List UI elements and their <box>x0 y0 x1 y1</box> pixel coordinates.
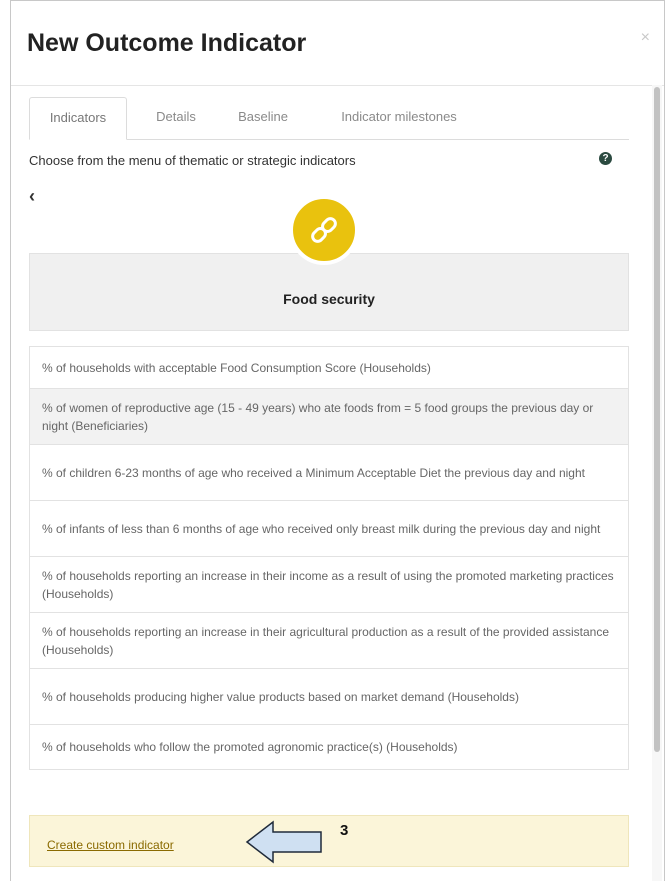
tab-bar: Indicators Details Baseline Indicator mi… <box>29 97 629 140</box>
indicator-option[interactable]: % of women of reproductive age (15 - 49 … <box>30 389 628 445</box>
indicator-option[interactable]: % of infants of less than 6 months of ag… <box>30 501 628 557</box>
indicator-option[interactable]: % of households reporting an increase in… <box>30 557 628 613</box>
modal-title: New Outcome Indicator <box>27 29 307 57</box>
tab-details[interactable]: Details <box>141 97 211 138</box>
instruction-text: Choose from the menu of thematic or stra… <box>29 153 356 168</box>
category-title: Food security <box>283 291 375 307</box>
close-icon[interactable]: × <box>641 29 650 47</box>
tab-baseline[interactable]: Baseline <box>225 97 301 138</box>
indicator-option[interactable]: % of households with acceptable Food Con… <box>30 347 628 389</box>
indicator-option[interactable]: % of households who follow the promoted … <box>30 725 628 769</box>
modal-header: New Outcome Indicator × <box>11 1 664 86</box>
tab-indicator-milestones[interactable]: Indicator milestones <box>319 97 479 138</box>
back-chevron-icon[interactable]: ‹ <box>29 187 35 205</box>
help-icon[interactable]: ? <box>599 152 612 165</box>
indicator-list: % of households with acceptable Food Con… <box>29 346 629 770</box>
step-number-annotation: 3 <box>340 822 349 839</box>
indicator-option[interactable]: % of households producing higher value p… <box>30 669 628 725</box>
tab-indicators[interactable]: Indicators <box>29 97 127 140</box>
custom-indicator-panel: Create custom indicator 3 <box>29 815 629 867</box>
create-custom-indicator-link[interactable]: Create custom indicator <box>47 838 174 852</box>
left-arrow-icon <box>245 820 325 869</box>
indicator-option[interactable]: % of children 6-23 months of age who rec… <box>30 445 628 501</box>
link-icon <box>289 195 359 265</box>
scrollbar-thumb[interactable] <box>654 87 660 752</box>
scrollbar[interactable] <box>652 85 662 881</box>
new-outcome-indicator-modal: New Outcome Indicator × Indicators Detai… <box>10 0 665 881</box>
indicator-option[interactable]: % of households reporting an increase in… <box>30 613 628 669</box>
